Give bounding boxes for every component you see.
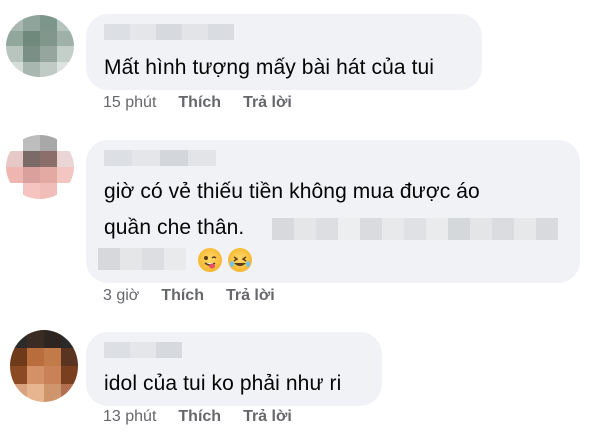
like-button[interactable]: Thích xyxy=(178,408,221,426)
comment-actions: 3 giờ Thích Trả lời xyxy=(103,287,275,305)
winking-tongue-emoji xyxy=(198,248,222,272)
comment-text-line-1: giờ có vẻ thiếu tiền không mua được áo xyxy=(104,180,480,203)
rolling-laughing-emoji xyxy=(228,248,252,272)
comment-text: idol của tui ko phải như ri xyxy=(104,372,342,395)
like-button[interactable]: Thích xyxy=(178,94,221,112)
reply-button[interactable]: Trả lời xyxy=(226,287,275,305)
comment-time[interactable]: 3 giờ xyxy=(103,287,139,305)
comment-time[interactable]: 13 phút xyxy=(103,408,156,426)
reply-button[interactable]: Trả lời xyxy=(243,94,292,112)
avatar[interactable] xyxy=(10,330,78,402)
avatar[interactable] xyxy=(6,135,74,199)
blurred-text xyxy=(98,248,186,270)
blurred-text xyxy=(272,218,558,240)
comment-bubble: idol của tui ko phải như ri xyxy=(86,332,382,406)
comment-bubble: Mất hình tượng mấy bài hát của tui xyxy=(86,14,482,90)
comment-actions: 15 phút Thích Trả lời xyxy=(103,94,292,112)
author-name[interactable] xyxy=(104,24,234,40)
author-name[interactable] xyxy=(104,342,182,358)
comment-time[interactable]: 15 phút xyxy=(103,94,156,112)
comment-actions: 13 phút Thích Trả lời xyxy=(103,408,292,426)
comment-text: Mất hình tượng mấy bài hát của tui xyxy=(104,56,435,79)
author-name[interactable] xyxy=(104,150,216,166)
comment-bubble: giờ có vẻ thiếu tiền không mua được áo q… xyxy=(86,140,580,283)
comment-2: giờ có vẻ thiếu tiền không mua được áo q… xyxy=(0,125,600,315)
like-button[interactable]: Thích xyxy=(161,287,204,305)
comment-1: Mất hình tượng mấy bài hát của tui 15 ph… xyxy=(0,0,600,120)
avatar[interactable] xyxy=(6,15,74,77)
comment-text-line-2: quần che thân. xyxy=(104,216,245,239)
comment-3: idol của tui ko phải như ri 13 phút Thíc… xyxy=(0,320,600,438)
reply-button[interactable]: Trả lời xyxy=(243,408,292,426)
